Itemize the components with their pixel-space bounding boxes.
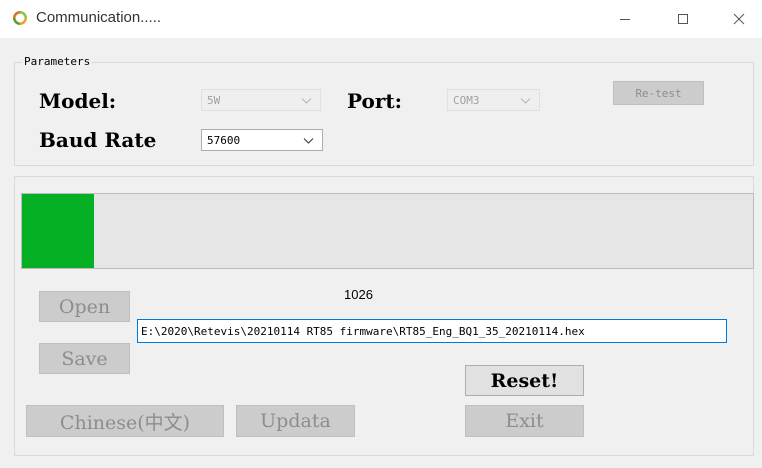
save-button[interactable]: Save bbox=[39, 343, 130, 374]
model-label: Model: bbox=[39, 89, 117, 113]
baud-rate-select[interactable]: 57600 bbox=[201, 129, 323, 151]
open-button[interactable]: Open bbox=[39, 291, 130, 322]
port-select-value: COM3 bbox=[453, 93, 480, 107]
minimize-icon bbox=[619, 13, 631, 25]
exit-button[interactable]: Exit bbox=[465, 405, 584, 437]
maximize-button[interactable] bbox=[660, 4, 706, 34]
port-label: Port: bbox=[347, 89, 402, 113]
progress-fill bbox=[22, 194, 94, 268]
chevron-down-icon bbox=[303, 135, 314, 149]
refresh-icon bbox=[11, 9, 29, 27]
chinese-button[interactable]: Chinese(中文) bbox=[26, 405, 224, 437]
baud-rate-label: Baud Rate bbox=[39, 128, 157, 152]
port-select[interactable]: COM3 bbox=[447, 89, 540, 111]
updata-button[interactable]: Updata bbox=[236, 405, 355, 437]
chevron-down-icon bbox=[520, 95, 531, 109]
maximize-icon bbox=[677, 13, 689, 25]
parameters-group-label: Parameters bbox=[22, 55, 93, 68]
window-title: Communication..... bbox=[36, 9, 162, 26]
retest-button[interactable]: Re-test bbox=[613, 81, 704, 105]
model-select[interactable]: 5W bbox=[201, 89, 321, 111]
minimize-button[interactable] bbox=[602, 4, 648, 34]
reset-button[interactable]: Reset! bbox=[465, 365, 584, 396]
chevron-down-icon bbox=[301, 95, 312, 109]
close-button[interactable] bbox=[716, 4, 762, 34]
title-bar: Communication..... bbox=[0, 0, 762, 38]
close-icon bbox=[733, 13, 745, 25]
byte-counter: 1026 bbox=[344, 287, 373, 302]
baud-rate-select-value: 57600 bbox=[207, 133, 241, 147]
progress-bar bbox=[21, 193, 754, 269]
model-select-value: 5W bbox=[207, 93, 221, 107]
file-path-field[interactable]: E:\2020\Retevis\20210114 RT85 firmware\R… bbox=[137, 319, 727, 343]
